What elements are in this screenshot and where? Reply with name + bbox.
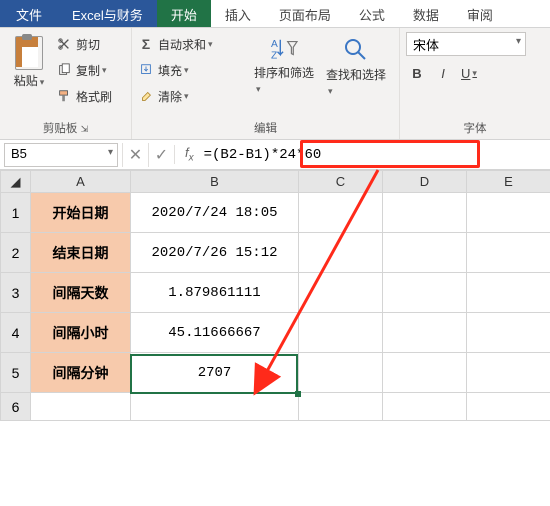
cell[interactable] [467,313,550,353]
cell-B5[interactable]: 2707 [131,353,299,393]
col-header-B[interactable]: B [131,171,299,193]
autosum-button[interactable]: Σ 自动求和▾ [138,32,248,56]
magnifier-icon [342,36,370,64]
cell[interactable] [467,193,550,233]
font-name-combo[interactable]: 宋体 [406,32,526,56]
cell-B1[interactable]: 2020/7/24 18:05 [131,193,299,233]
row-header[interactable]: 6 [1,393,31,421]
cell[interactable] [299,393,383,421]
cell[interactable] [383,353,467,393]
cut-button[interactable]: 剪切 [56,32,112,56]
col-header-A[interactable]: A [31,171,131,193]
cell[interactable] [131,393,299,421]
name-box[interactable]: B5 [4,143,118,167]
cell-B2[interactable]: 2020/7/26 15:12 [131,233,299,273]
format-painter-icon [56,88,72,104]
group-label-clipboard: 剪贴板 ⇲ [0,118,131,139]
tab-excel-finance[interactable]: Excel与财务 [58,0,157,27]
tab-file[interactable]: 文件 [0,0,58,27]
group-label-editing: 编辑 [132,118,399,139]
fill-button[interactable]: 填充▾ [138,58,248,82]
tab-home[interactable]: 开始 [157,0,211,27]
scissors-icon [56,36,72,52]
cell[interactable] [467,393,550,421]
italic-button[interactable]: I [432,62,454,84]
fill-down-icon [138,62,154,78]
cancel-formula-button[interactable]: ✕ [122,143,148,167]
cell-B4[interactable]: 45.11666667 [131,313,299,353]
row-header[interactable]: 4 [1,313,31,353]
cell[interactable] [467,353,550,393]
eraser-icon [138,88,154,104]
format-painter-button[interactable]: 格式刷 [56,84,112,108]
tab-review[interactable]: 审阅 [453,0,507,27]
clear-button[interactable]: 清除▾ [138,84,248,108]
cell[interactable] [299,233,383,273]
cell-A2[interactable]: 结束日期 [31,233,131,273]
formula-bar-input[interactable] [200,143,550,167]
sort-filter-icon: AZ [269,36,299,62]
cell-B3[interactable]: 1.879861111 [131,273,299,313]
fx-icon[interactable]: fx [174,145,200,164]
fill-handle[interactable] [295,391,301,397]
row-header[interactable]: 1 [1,193,31,233]
cell[interactable] [299,353,383,393]
cell[interactable] [383,273,467,313]
select-all-corner[interactable]: ◢ [1,171,31,193]
tab-insert[interactable]: 插入 [211,0,265,27]
paste-button[interactable]: 粘贴▾ [6,32,52,118]
cell-A1[interactable]: 开始日期 [31,193,131,233]
group-label-font: 字体 [400,118,550,139]
tab-data[interactable]: 数据 [399,0,453,27]
svg-text:A: A [271,39,278,50]
tab-formulas[interactable]: 公式 [345,0,399,27]
cell-A3[interactable]: 间隔天数 [31,273,131,313]
cell[interactable] [383,313,467,353]
copy-icon [56,62,72,78]
cell-A4[interactable]: 间隔小时 [31,313,131,353]
col-header-E[interactable]: E [467,171,550,193]
row-header[interactable]: 2 [1,233,31,273]
cell-A5[interactable]: 间隔分钟 [31,353,131,393]
cell[interactable] [383,233,467,273]
sort-filter-button[interactable]: AZ 排序和筛选▾ [248,32,320,118]
svg-text:Z: Z [271,50,277,61]
paste-icon [15,36,43,70]
enter-formula-button[interactable]: ✓ [148,143,174,167]
sigma-icon: Σ [138,36,154,52]
cell[interactable] [383,193,467,233]
find-select-button[interactable]: 查找和选择▾ [320,32,392,118]
row-header[interactable]: 3 [1,273,31,313]
col-header-C[interactable]: C [299,171,383,193]
copy-button[interactable]: 复制▾ [56,58,112,82]
cell[interactable] [299,273,383,313]
row-header[interactable]: 5 [1,353,31,393]
cell[interactable] [467,233,550,273]
bold-button[interactable]: B [406,62,428,84]
underline-button[interactable]: U▾ [458,62,480,84]
tab-page-layout[interactable]: 页面布局 [265,0,345,27]
cell[interactable] [299,313,383,353]
col-header-D[interactable]: D [383,171,467,193]
cell[interactable] [383,393,467,421]
cell[interactable] [299,193,383,233]
cell[interactable] [31,393,131,421]
cell[interactable] [467,273,550,313]
